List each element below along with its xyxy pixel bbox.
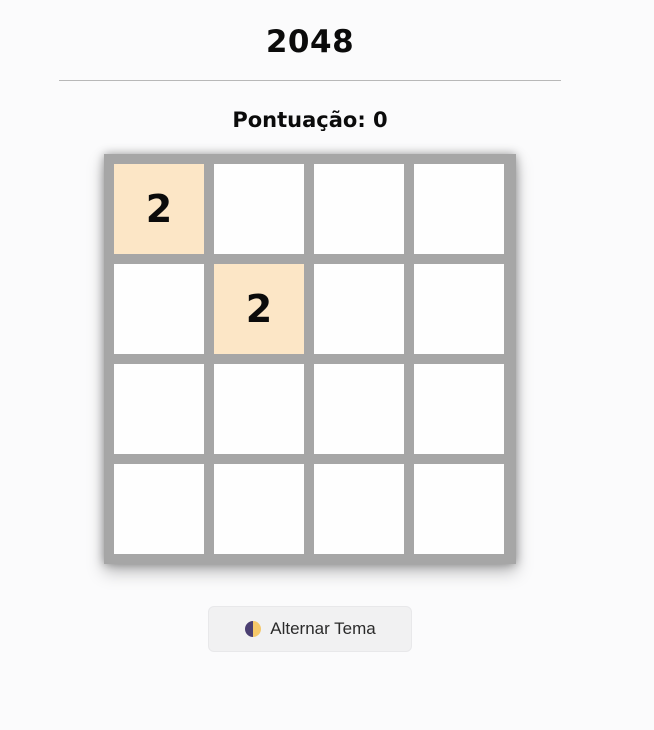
board-cell xyxy=(114,364,204,454)
tile-2: 2 xyxy=(114,164,204,254)
board-cell xyxy=(414,464,504,554)
board-cell xyxy=(314,164,404,254)
board-cell xyxy=(314,264,404,354)
theme-icon-svg xyxy=(245,621,262,637)
toggle-theme-button[interactable]: Alternar Tema xyxy=(208,606,412,652)
board-cell xyxy=(414,164,504,254)
title-divider xyxy=(59,80,561,81)
toggle-theme-label: Alternar Tema xyxy=(270,619,376,638)
board-cell xyxy=(214,464,304,554)
board-cell xyxy=(314,364,404,454)
board-cell xyxy=(114,264,204,354)
score-label: Pontuação: 0 xyxy=(232,108,388,132)
board-cell xyxy=(214,164,304,254)
board-cell xyxy=(414,364,504,454)
tile-2: 2 xyxy=(214,264,304,354)
half-moon-theme-icon xyxy=(244,620,262,638)
game-title: 2048 xyxy=(265,24,355,60)
board-cell xyxy=(214,364,304,454)
game-board[interactable]: 2 2 xyxy=(104,154,516,564)
board-cell xyxy=(314,464,404,554)
board-cell xyxy=(414,264,504,354)
board-cell xyxy=(114,464,204,554)
